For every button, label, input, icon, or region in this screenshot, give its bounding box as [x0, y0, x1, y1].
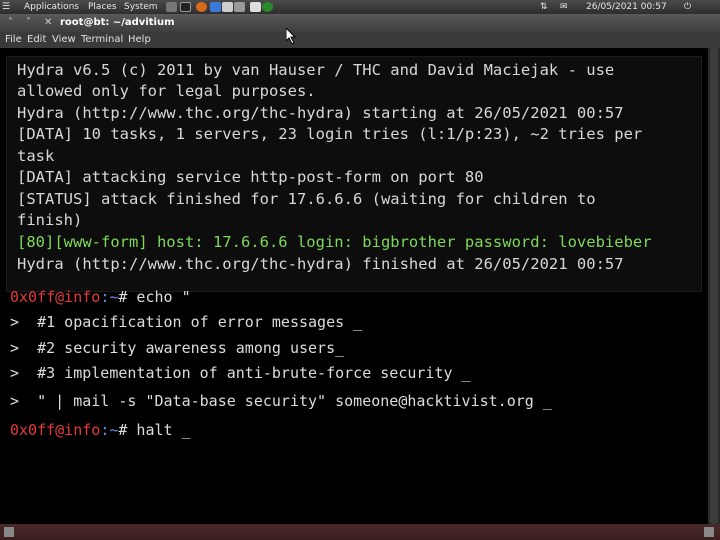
continuation-line: > " | mail -s "Data-base security" someo… — [10, 392, 552, 410]
window-title: root@bt: ~/advitium — [60, 17, 175, 28]
terminal-view[interactable]: Hydra v6.5 (c) 2011 by van Hauser / THC … — [0, 48, 708, 524]
top-panel: ☰ Applications Places System ⇅ ✉ 26/05/2… — [0, 0, 720, 14]
output-line: allowed only for legal purposes. — [17, 82, 316, 100]
output-line: Hydra v6.5 (c) 2011 by van Hauser / THC … — [17, 61, 615, 79]
bt-icon[interactable] — [262, 2, 273, 12]
menu-file[interactable]: File — [5, 32, 22, 48]
prompt-path: :~ — [100, 421, 119, 439]
hydra-output-panel: Hydra v6.5 (c) 2011 by van Hauser / THC … — [6, 56, 702, 292]
network-icon[interactable] — [210, 2, 221, 12]
launcher-icon[interactable] — [166, 2, 177, 12]
clock[interactable]: 26/05/2021 00:57 — [586, 0, 667, 14]
network-status-icon[interactable]: ⇅ — [540, 0, 548, 14]
prompt-user: 0x0ff@info — [10, 421, 101, 439]
command-text: halt _ — [127, 421, 191, 439]
prompt-path: :~ — [100, 288, 119, 306]
terminal-scrollbar[interactable] — [708, 48, 720, 524]
output-line: task — [17, 147, 55, 165]
power-icon[interactable]: ⏻ — [684, 0, 691, 14]
disk-icon[interactable] — [222, 2, 233, 12]
system-menu[interactable]: System — [124, 0, 158, 14]
scrollbar-thumb[interactable] — [710, 48, 718, 524]
prompt-user: 0x0ff@info — [10, 288, 101, 306]
output-line: Hydra (http://www.thc.org/thc-hydra) sta… — [17, 104, 624, 122]
places-menu[interactable]: Places — [88, 0, 117, 14]
output-line: [STATUS] attack finished for 17.6.6.6 (w… — [17, 190, 596, 208]
mouse-pointer-icon — [286, 28, 296, 44]
menu-terminal[interactable]: Terminal — [81, 32, 123, 48]
command-text: echo " — [127, 288, 191, 306]
applications-icon[interactable]: ☰ — [2, 0, 10, 14]
terminal-launcher-icon[interactable] — [180, 2, 191, 12]
output-line: finish) — [17, 211, 83, 229]
mail-icon[interactable]: ✉ — [560, 0, 568, 14]
maximize-icon[interactable]: ˅ — [26, 14, 31, 32]
menubar: File Edit View Terminal Help — [0, 32, 720, 48]
output-line: Hydra (http://www.thc.org/thc-hydra) fin… — [17, 255, 624, 273]
firefox-icon[interactable] — [196, 2, 207, 12]
minimize-icon[interactable]: ˄ — [8, 14, 13, 32]
bottom-taskbar[interactable] — [0, 524, 720, 540]
output-line: [DATA] 10 tasks, 1 servers, 23 login tri… — [17, 125, 643, 143]
continuation-line: > #3 implementation of anti-brute-force … — [10, 364, 471, 382]
folder-icon[interactable] — [234, 2, 245, 12]
menu-help[interactable]: Help — [128, 32, 151, 48]
found-credentials-line: [80][www-form] host: 17.6.6.6 login: big… — [17, 233, 652, 251]
continuation-line: > #2 security awareness among users_ — [10, 339, 345, 357]
workspace-switcher-icon[interactable] — [704, 527, 714, 537]
shell-line: 0x0ff@info:~# halt _ — [10, 420, 191, 440]
shell-line: 0x0ff@info:~# echo " — [10, 287, 191, 307]
menu-edit[interactable]: Edit — [27, 32, 46, 48]
close-icon[interactable]: ✕ — [44, 14, 52, 32]
editor-icon[interactable] — [250, 2, 261, 12]
menu-view[interactable]: View — [52, 32, 76, 48]
continuation-line: > #1 opacification of error messages _ — [10, 313, 363, 331]
window-titlebar[interactable]: ˄ ˅ ✕ root@bt: ~/advitium — [0, 14, 720, 32]
show-desktop-icon[interactable] — [4, 527, 14, 537]
applications-menu[interactable]: Applications — [24, 0, 79, 14]
output-line: [DATA] attacking service http-post-form … — [17, 168, 484, 186]
